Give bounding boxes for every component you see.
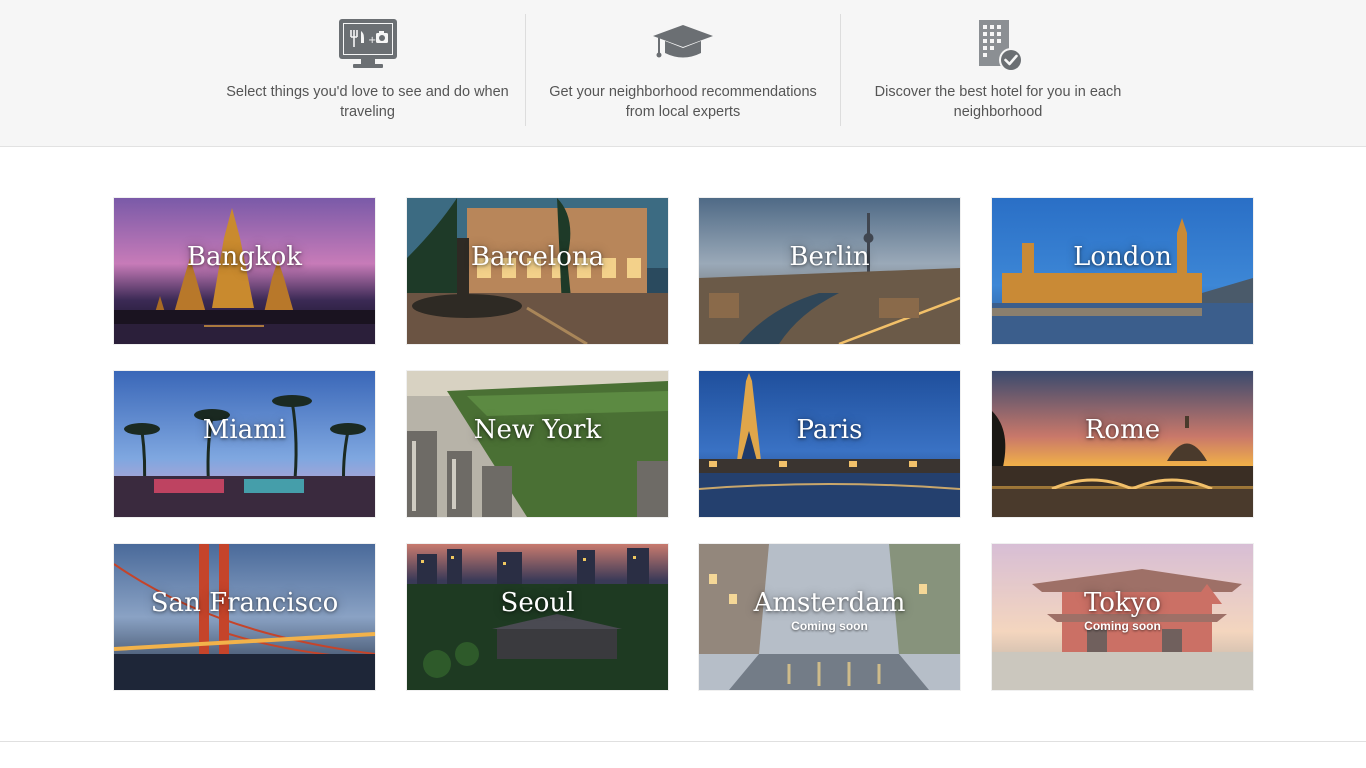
city-card-tokyo[interactable]: Tokyo Coming soon — [992, 544, 1253, 690]
svg-text:+: + — [368, 35, 376, 46]
city-name: Paris — [796, 415, 863, 445]
feature-text: Get your neighborhood recommendations fr… — [549, 84, 817, 120]
city-name: Seoul — [500, 588, 575, 618]
city-name: London — [1073, 242, 1172, 272]
footer-divider — [0, 741, 1366, 742]
city-card-new-york[interactable]: New York — [407, 371, 668, 517]
city-card-seoul[interactable]: Seoul — [407, 544, 668, 690]
city-name: Amsterdam — [753, 588, 906, 618]
graduation-cap-icon — [651, 18, 715, 74]
coming-soon-badge: Coming soon — [1084, 619, 1161, 633]
coming-soon-badge: Coming soon — [791, 619, 868, 633]
city-card-amsterdam[interactable]: Amsterdam Coming soon — [699, 544, 960, 690]
feature-local-experts: Get your neighborhood recommendations fr… — [525, 14, 840, 126]
city-card-rome[interactable]: Rome — [992, 371, 1253, 517]
hotel-check-icon — [966, 18, 1030, 74]
city-grid: Bangkok Barcelona Berlin London Miami Ne… — [0, 147, 1366, 741]
city-card-paris[interactable]: Paris — [699, 371, 960, 517]
feature-select-things: + Select things you'd love to see and do… — [210, 14, 525, 126]
city-name: Miami — [202, 415, 287, 445]
monitor-food-camera-icon: + — [336, 18, 400, 74]
city-name: New York — [473, 415, 602, 445]
city-card-bangkok[interactable]: Bangkok — [114, 198, 375, 344]
city-card-miami[interactable]: Miami — [114, 371, 375, 517]
city-card-berlin[interactable]: Berlin — [699, 198, 960, 344]
city-name: Rome — [1084, 415, 1161, 445]
city-name: Bangkok — [186, 242, 303, 272]
city-name: Berlin — [789, 242, 870, 272]
city-card-london[interactable]: London — [992, 198, 1253, 344]
city-name: Barcelona — [470, 242, 605, 272]
city-name: San Francisco — [150, 588, 339, 618]
feature-best-hotel: Discover the best hotel for you in each … — [840, 14, 1155, 126]
features-band: + Select things you'd love to see and do… — [0, 0, 1366, 147]
city-name: Tokyo — [1083, 588, 1162, 618]
city-card-barcelona[interactable]: Barcelona — [407, 198, 668, 344]
city-card-san-francisco[interactable]: San Francisco — [114, 544, 375, 690]
feature-text: Select things you'd love to see and do w… — [226, 84, 509, 120]
feature-text: Discover the best hotel for you in each … — [874, 84, 1122, 120]
